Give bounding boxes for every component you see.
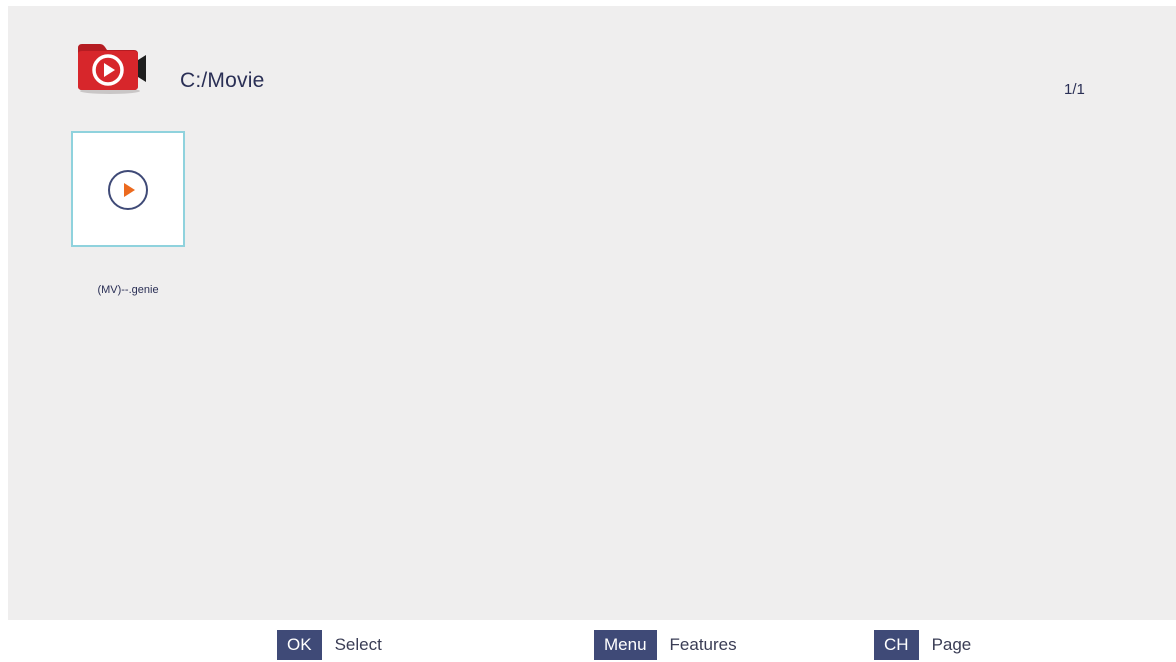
file-name-label: (MV)--.genie — [97, 284, 159, 296]
play-circle-icon — [108, 170, 148, 210]
footer-hint-bar: OK Select Menu Features CH Page — [0, 620, 1176, 662]
hint-ok[interactable]: OK Select — [277, 630, 382, 660]
file-tile-selected[interactable] — [71, 131, 185, 247]
current-path: C:/Movie — [180, 69, 265, 92]
media-browser-screen: C:/Movie 1/1 (MV)--.genie — [8, 6, 1176, 620]
page-indicator: 1/1 — [1064, 81, 1085, 98]
hint-menu[interactable]: Menu Features — [594, 630, 737, 660]
ok-key-badge: OK — [277, 630, 322, 660]
movie-folder-icon — [74, 40, 146, 96]
ch-key-badge: CH — [874, 630, 919, 660]
menu-key-badge: Menu — [594, 630, 657, 660]
hint-ch[interactable]: CH Page — [874, 630, 971, 660]
hint-label-page: Page — [931, 635, 972, 654]
hint-label-features: Features — [669, 635, 737, 654]
hint-label-select: Select — [334, 635, 382, 654]
